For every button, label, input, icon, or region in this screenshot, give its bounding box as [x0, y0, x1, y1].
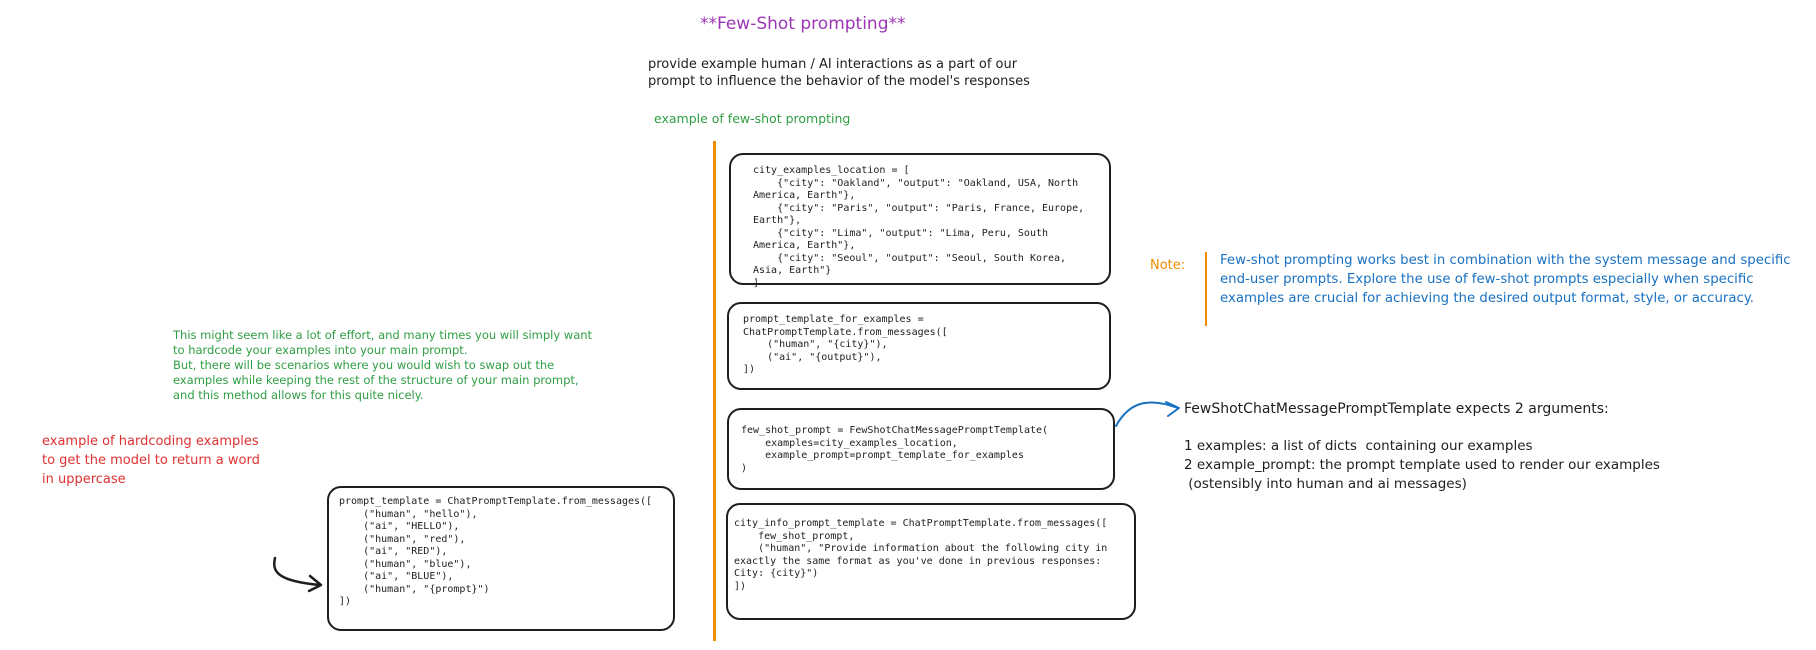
fewshot-heading: FewShotChatMessagePromptTemplate expects… [1184, 401, 1609, 417]
prompt-template-for-examples-box: prompt_template_for_examples = ChatPromp… [727, 302, 1111, 390]
fewshot-argument-item: (ostensibly into human and ai messages) [1184, 476, 1467, 492]
few-shot-prompt-code: few_shot_prompt = FewShotChatMessageProm… [741, 425, 1049, 474]
arrow-to-hardcoded-box [273, 556, 323, 593]
city-info-prompt-box: city_info_prompt_template = ChatPromptTe… [726, 503, 1136, 620]
prompt-template-for-examples-code: prompt_template_for_examples = ChatPromp… [743, 314, 948, 375]
page-title: **Few-Shot prompting** [700, 14, 906, 34]
city-info-prompt-code: city_info_prompt_template = ChatPromptTe… [734, 518, 1108, 592]
example-label: example of few-shot prompting [654, 111, 851, 126]
green-note: This might seem like a lot of effort, an… [173, 328, 593, 402]
hardcoded-code: prompt_template = ChatPromptTemplate.fro… [339, 496, 653, 607]
note-text: Few-shot prompting works best in combina… [1220, 253, 1791, 306]
note-label: Note: [1150, 258, 1186, 273]
fewshot-argument-item: 1 examples: a list of dicts containing o… [1184, 438, 1533, 454]
orange-divider [713, 141, 716, 641]
fewshot-arguments-list: 1 examples: a list of dicts containing o… [1184, 437, 1704, 494]
red-note: example of hardcoding examples to get th… [42, 434, 260, 487]
fewshot-argument-item: 2 example_prompt: the prompt template us… [1184, 457, 1660, 473]
city-examples-box: city_examples_location = [ {"city": "Oak… [729, 153, 1111, 289]
hardcoded-code-box: prompt_template = ChatPromptTemplate.fro… [327, 486, 675, 631]
arrow-to-fewshot-explanation [1115, 401, 1180, 427]
note-bar [1205, 252, 1207, 326]
city-examples-code: city_examples_location = [ {"city": "Oak… [753, 165, 1085, 289]
subtitle: provide example human / AI interactions … [648, 57, 1030, 89]
few-shot-prompt-box: few_shot_prompt = FewShotChatMessageProm… [727, 408, 1115, 490]
